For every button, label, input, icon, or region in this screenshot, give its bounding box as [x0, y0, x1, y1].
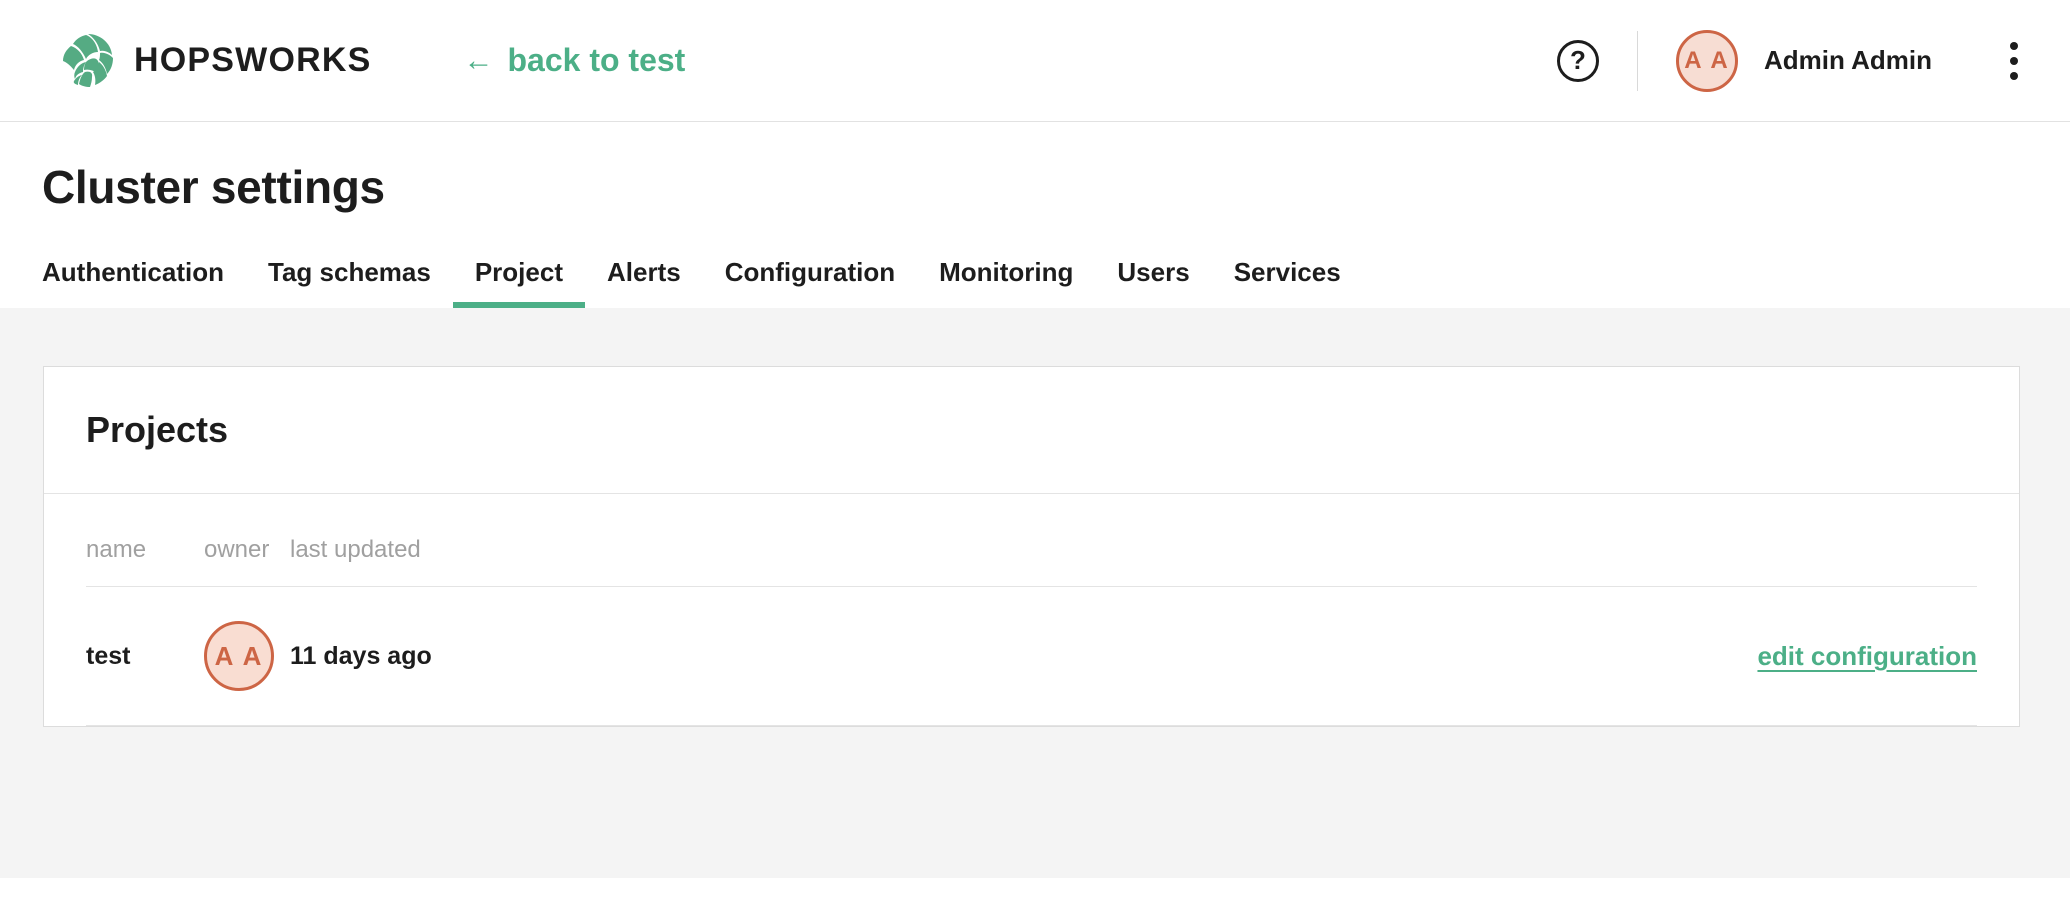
edit-configuration-link[interactable]: edit configuration: [1757, 641, 1977, 671]
brand-name: HOPSWORKS: [134, 41, 371, 80]
projects-table-body: test A A 11 days ago edit configuration: [86, 587, 1977, 726]
header-right-group: ? A A Admin Admin: [1557, 30, 2034, 92]
column-header-actions: [1717, 536, 1977, 587]
column-header-name: name: [86, 536, 204, 587]
owner-avatar-initials: A A: [215, 641, 264, 672]
brand[interactable]: HOPSWORKS: [62, 33, 371, 89]
user-name[interactable]: Admin Admin: [1764, 45, 1932, 76]
tab-project[interactable]: Project: [453, 257, 585, 308]
avatar-initials: A A: [1684, 47, 1730, 75]
tab-alerts[interactable]: Alerts: [585, 257, 703, 308]
projects-card-title: Projects: [86, 409, 2019, 451]
table-row[interactable]: test A A 11 days ago edit configuration: [86, 587, 1977, 726]
projects-card-body: name owner last updated test A A: [44, 494, 2019, 726]
top-header-bar: HOPSWORKS ← back to test ? A A Admin Adm…: [0, 0, 2070, 122]
settings-tabs: Authentication Tag schemas Project Alert…: [0, 214, 2070, 308]
owner-avatar[interactable]: A A: [204, 621, 274, 691]
tab-authentication[interactable]: Authentication: [42, 257, 246, 308]
content-area: Projects name owner last updated test: [0, 308, 2070, 878]
kebab-dot: [2010, 72, 2018, 80]
more-vertical-icon[interactable]: [1994, 37, 2034, 85]
projects-table-head: name owner last updated: [86, 536, 1977, 587]
column-header-owner: owner: [204, 536, 290, 587]
arrow-left-icon: ←: [463, 46, 493, 76]
cell-actions: edit configuration: [1717, 587, 1977, 726]
kebab-dot: [2010, 42, 2018, 50]
page-header: Cluster settings: [0, 122, 2070, 214]
kebab-dot: [2010, 57, 2018, 65]
projects-card-header: Projects: [44, 367, 2019, 494]
cell-last-updated: 11 days ago: [290, 587, 1717, 726]
help-icon[interactable]: ?: [1557, 40, 1599, 82]
tab-services[interactable]: Services: [1212, 257, 1363, 308]
header-divider: [1637, 31, 1638, 91]
tab-monitoring[interactable]: Monitoring: [917, 257, 1095, 308]
tab-tag-schemas[interactable]: Tag schemas: [246, 257, 453, 308]
back-to-project-link[interactable]: ← back to test: [463, 42, 685, 79]
cell-project-owner: A A: [204, 587, 290, 726]
hopsworks-logo-icon: [62, 33, 116, 89]
avatar[interactable]: A A: [1676, 30, 1738, 92]
page-title: Cluster settings: [42, 160, 2070, 214]
tab-configuration[interactable]: Configuration: [703, 257, 917, 308]
table-header-row: name owner last updated: [86, 536, 1977, 587]
column-header-last-updated: last updated: [290, 536, 1717, 587]
projects-card: Projects name owner last updated test: [43, 366, 2020, 727]
tab-users[interactable]: Users: [1095, 257, 1211, 308]
help-icon-glyph: ?: [1570, 45, 1586, 76]
cell-project-name: test: [86, 587, 204, 726]
projects-table: name owner last updated test A A: [86, 536, 1977, 726]
back-link-label: back to test: [507, 42, 685, 79]
